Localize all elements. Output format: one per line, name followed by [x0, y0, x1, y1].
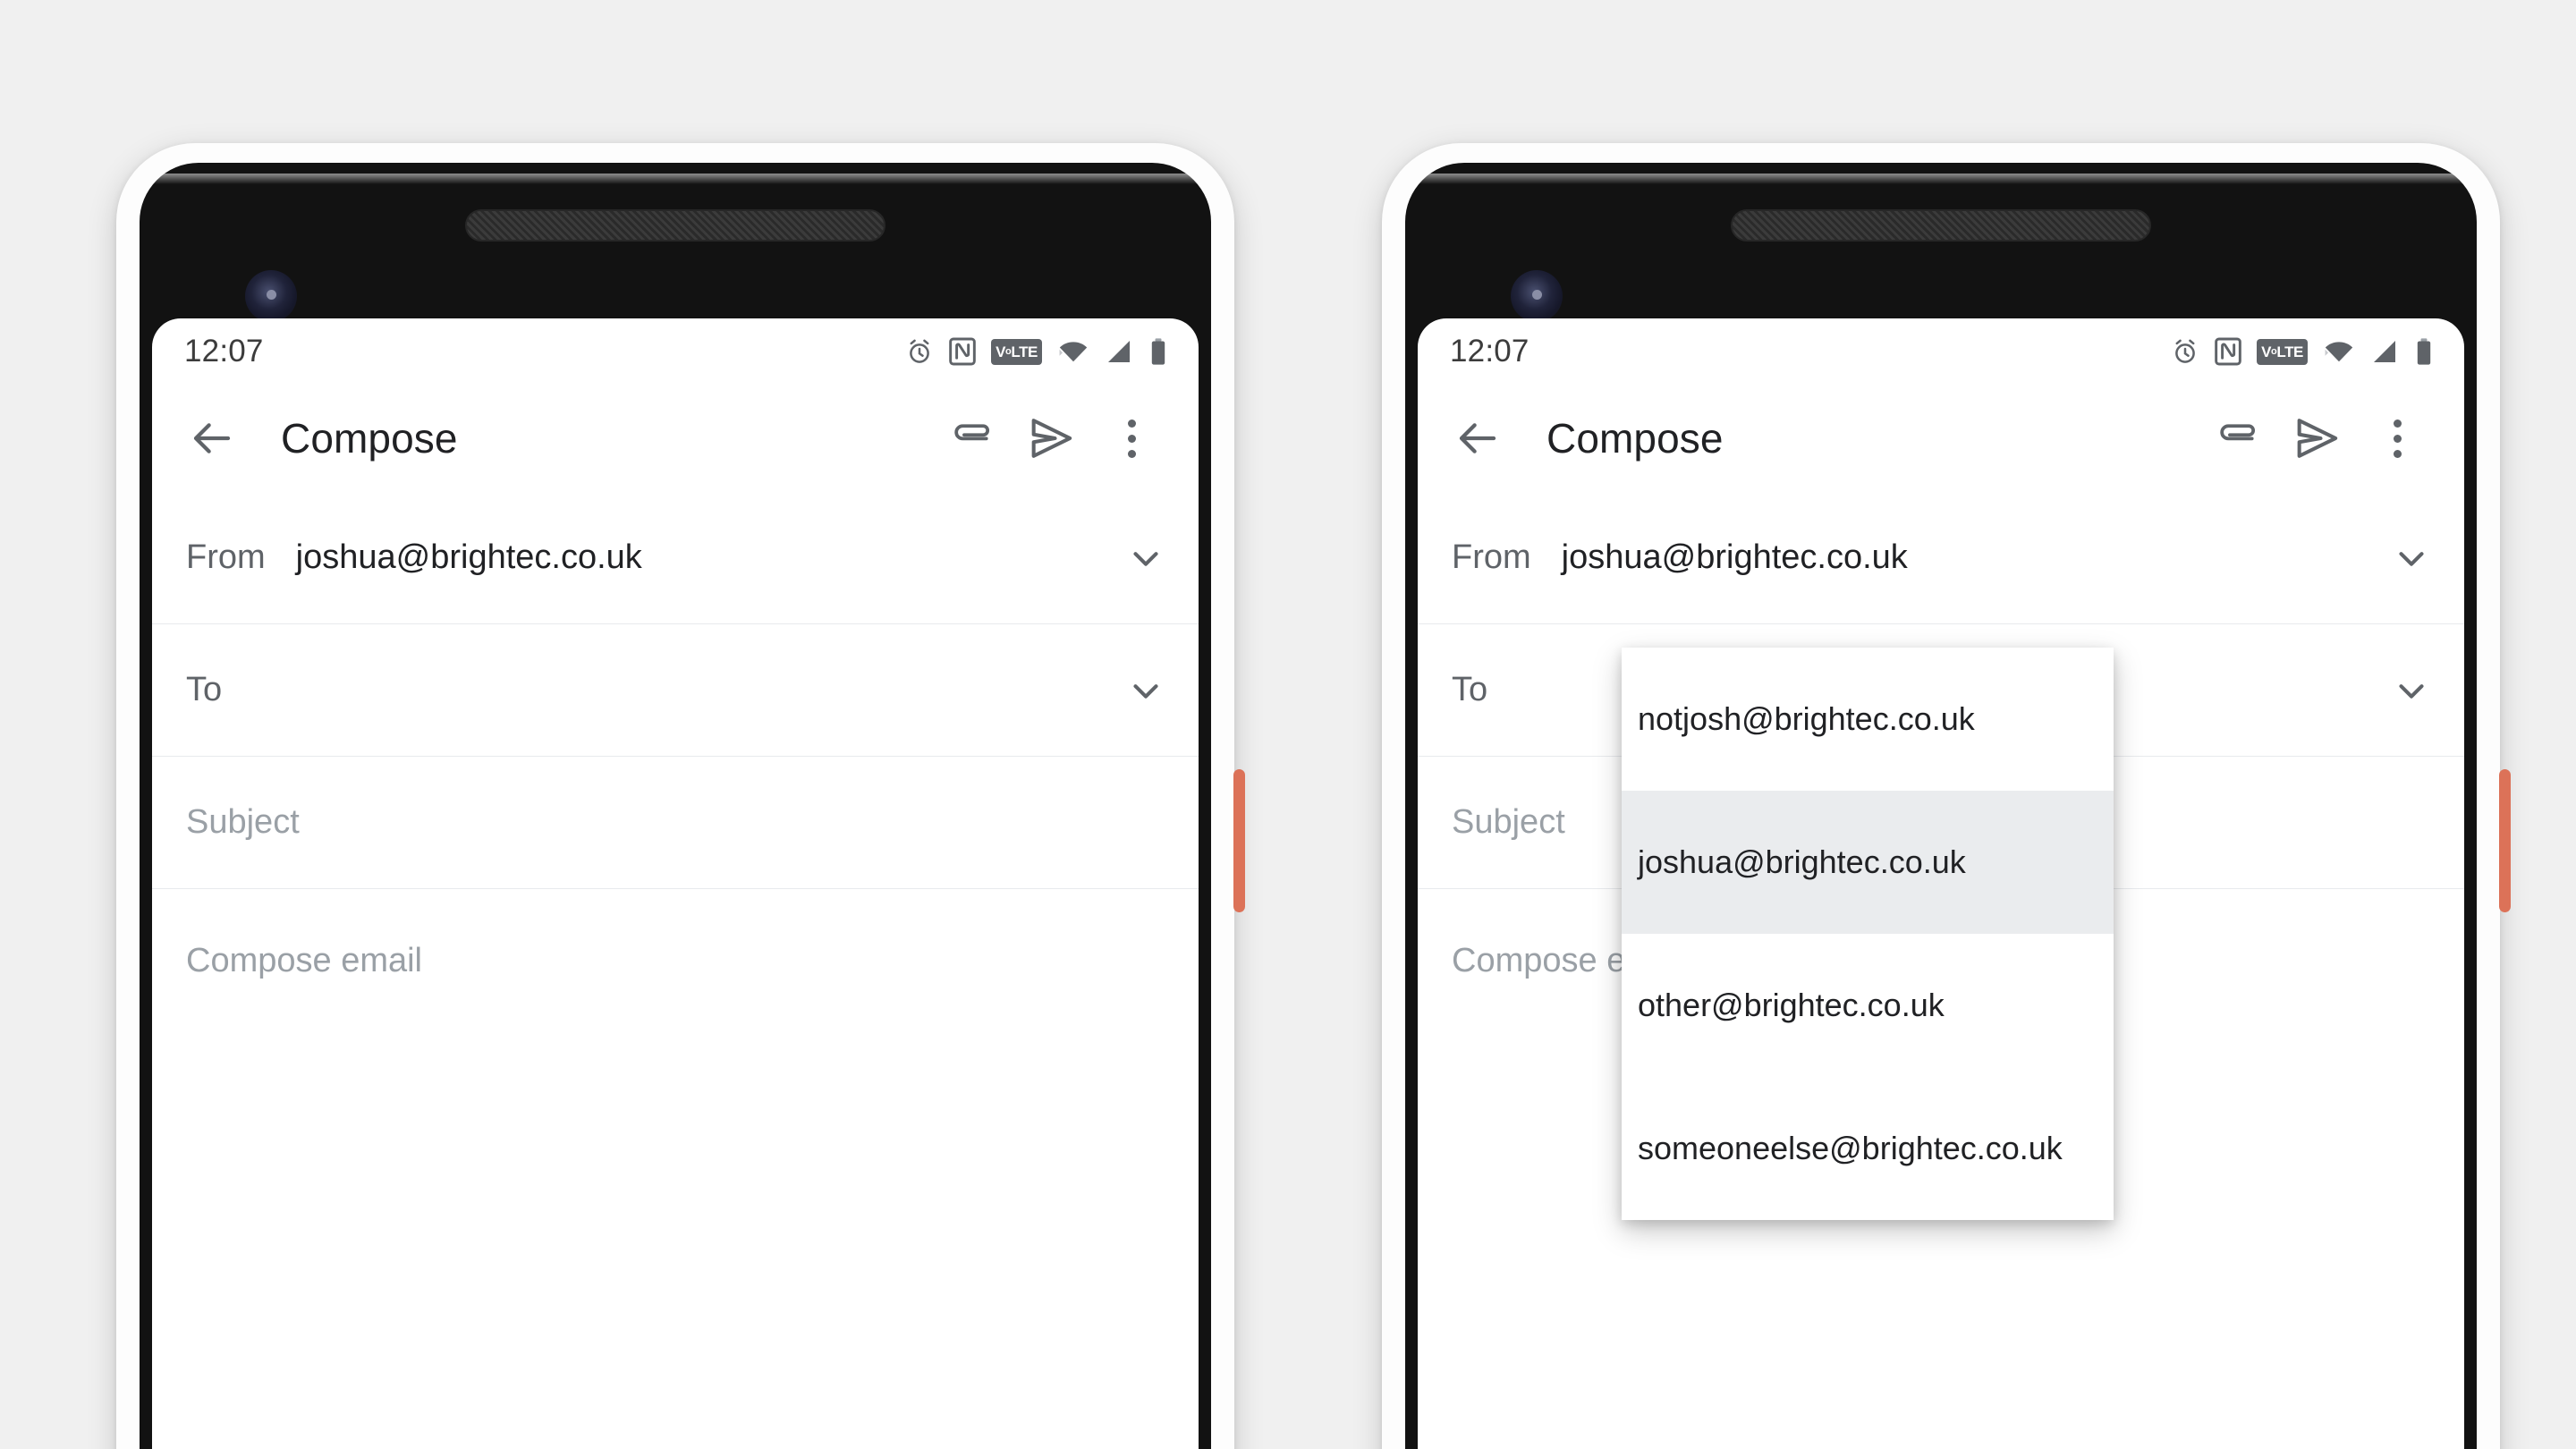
- phone-mockup-right: 12:07 Vo LTE Compose From joshua@brighte…: [1382, 143, 2511, 1449]
- account-spinner-dropdown[interactable]: notjosh@brightec.co.uk joshua@brightec.c…: [1622, 648, 2114, 1220]
- body-input-placeholder[interactable]: Compose email: [186, 942, 1165, 980]
- volte-icon: Vo LTE: [991, 338, 1042, 365]
- volte-prefix: V: [2261, 343, 2272, 360]
- kebab-icon: [1127, 419, 1136, 458]
- send-icon: [2297, 419, 2338, 458]
- status-bar: 12:07 Vo LTE: [1418, 318, 2464, 385]
- bezel-highlight: [1418, 174, 2464, 184]
- chevron-down-icon[interactable]: [1125, 538, 1166, 579]
- app-bar-actions: [2201, 403, 2432, 473]
- power-button[interactable]: [1233, 769, 1245, 912]
- status-clock: 12:07: [184, 334, 264, 369]
- from-field-row[interactable]: From joshua@brightec.co.uk: [1418, 492, 2464, 624]
- front-camera-icon: [1511, 270, 1563, 322]
- volte-suffix: LTE: [2276, 343, 2303, 360]
- paperclip-icon: [954, 424, 989, 441]
- compose-form: From joshua@brightec.co.uk To Subject Co…: [152, 492, 1199, 1032]
- wifi-icon: [2325, 342, 2353, 362]
- send-icon: [1031, 419, 1072, 458]
- battery-icon: [1151, 338, 1165, 365]
- to-label: To: [1452, 671, 1488, 708]
- kebab-icon: [2393, 419, 2402, 458]
- from-label: From: [1452, 538, 1531, 576]
- cellular-signal-icon: [1108, 341, 1130, 362]
- phone-mockup-left: 12:07 Vo LTE Compose From joshua@brighte…: [116, 143, 1245, 1449]
- overflow-menu-button[interactable]: [1097, 403, 1166, 473]
- from-value: joshua@brightec.co.uk: [295, 538, 642, 576]
- battery-icon: [2417, 338, 2431, 365]
- spinner-option-selected[interactable]: joshua@brightec.co.uk: [1622, 791, 2114, 934]
- chevron-down-icon[interactable]: [1125, 670, 1166, 711]
- chevron-down-icon[interactable]: [2391, 670, 2432, 711]
- page-title: Compose: [1546, 415, 1724, 462]
- app-bar: Compose: [1418, 385, 2464, 492]
- spinner-option[interactable]: notjosh@brightec.co.uk: [1622, 648, 2114, 791]
- arrow-left-icon: [193, 423, 231, 453]
- attach-button[interactable]: [2201, 403, 2271, 473]
- volte-icon: Vo LTE: [2257, 338, 2308, 365]
- send-button[interactable]: [2282, 403, 2351, 473]
- subject-input-placeholder[interactable]: Subject: [186, 803, 1166, 842]
- earpiece-speaker-grille: [1731, 209, 2151, 242]
- alarm-icon: [2175, 339, 2195, 363]
- from-label: From: [186, 538, 266, 576]
- front-camera-icon: [245, 270, 297, 322]
- volte-prefix: V: [996, 343, 1006, 360]
- volte-suffix: LTE: [1011, 343, 1038, 360]
- send-button[interactable]: [1016, 403, 1086, 473]
- body-field-row[interactable]: Compose email: [152, 889, 1199, 1032]
- spinner-option[interactable]: other@brightec.co.uk: [1622, 934, 2114, 1077]
- app-bar-actions: [936, 403, 1166, 473]
- status-clock: 12:07: [1450, 334, 1530, 369]
- status-bar: 12:07 Vo LTE: [152, 318, 1199, 385]
- status-icon-group: Vo LTE: [905, 337, 1168, 366]
- status-icon-group: Vo LTE: [2171, 337, 2434, 366]
- spinner-option[interactable]: someoneelse@brightec.co.uk: [1622, 1077, 2114, 1220]
- attach-button[interactable]: [936, 403, 1005, 473]
- to-label: To: [186, 671, 223, 708]
- paperclip-icon: [2220, 424, 2255, 441]
- from-field-row[interactable]: From joshua@brightec.co.uk: [152, 492, 1199, 624]
- phone-screen-left: 12:07 Vo LTE Compose From joshua@brighte…: [152, 318, 1199, 1449]
- back-button[interactable]: [1443, 403, 1513, 473]
- subject-field-row[interactable]: Subject: [152, 757, 1199, 889]
- chevron-down-icon[interactable]: [2391, 538, 2432, 579]
- overflow-menu-button[interactable]: [2362, 403, 2432, 473]
- page-title: Compose: [281, 415, 458, 462]
- app-bar: Compose: [152, 385, 1199, 492]
- from-value: joshua@brightec.co.uk: [1561, 538, 1908, 576]
- cellular-signal-icon: [2374, 341, 2395, 362]
- nfc-icon: [949, 337, 976, 366]
- to-field-row[interactable]: To: [152, 624, 1199, 757]
- back-button[interactable]: [177, 403, 247, 473]
- bezel-highlight: [152, 174, 1199, 184]
- alarm-icon: [910, 339, 929, 363]
- nfc-icon: [2215, 337, 2241, 366]
- arrow-left-icon: [1459, 423, 1496, 453]
- power-button[interactable]: [2499, 769, 2511, 912]
- phone-screen-right: 12:07 Vo LTE Compose From joshua@brighte…: [1418, 318, 2464, 1449]
- earpiece-speaker-grille: [465, 209, 886, 242]
- wifi-icon: [1059, 342, 1088, 362]
